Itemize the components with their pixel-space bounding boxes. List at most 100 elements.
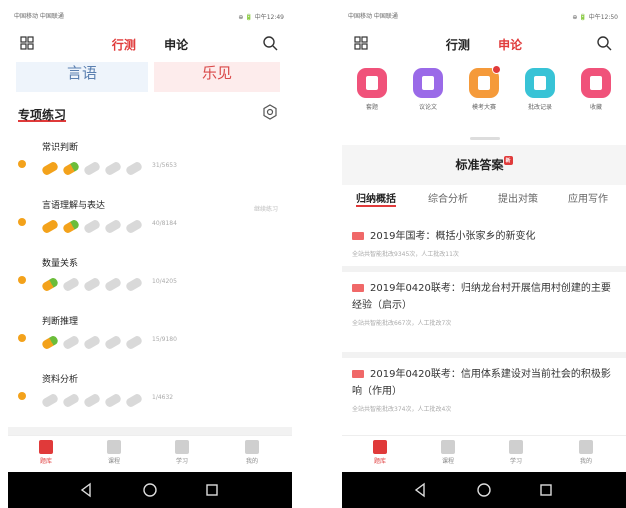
book-icon xyxy=(39,440,53,454)
nav-item-0[interactable]: 题库 xyxy=(26,440,66,465)
settings-icon[interactable] xyxy=(262,104,278,120)
answer-entry[interactable]: 2019年国考：概括小张家乡的新变化 全站共智能批改9345次，人工批改11次 xyxy=(352,228,616,258)
subtab-1[interactable]: 综合分析 xyxy=(428,190,468,205)
system-nav-bar xyxy=(8,472,292,508)
pencil-icon xyxy=(61,392,81,409)
nav-item-3[interactable]: 我的 xyxy=(232,440,272,465)
answer-entry[interactable]: 2019年0420联考：归纳龙台村开展信用村创建的主要经验（启示） 全站共智能批改… xyxy=(352,280,616,327)
feature-mock-exam[interactable]: 模考大赛 xyxy=(464,65,504,111)
pencil-icon xyxy=(82,218,102,235)
entry-title: 2019年0420联考：归纳龙台村开展信用村创建的主要经验（启示） xyxy=(352,280,616,314)
back-icon[interactable] xyxy=(78,482,94,498)
home-icon[interactable] xyxy=(476,482,492,498)
feature-label: 批改记录 xyxy=(527,104,552,111)
nav-item-3[interactable]: 我的 xyxy=(566,440,606,465)
entry-meta: 全站共智能批改374次，人工批改4次 xyxy=(352,406,452,413)
nav-label: 学习 xyxy=(509,458,522,465)
banner: 言语 乐见 xyxy=(16,62,280,92)
nav-label: 课程 xyxy=(107,458,120,465)
tab-shenlun[interactable]: 申论 xyxy=(164,36,188,53)
item-name: 常识判断 xyxy=(42,143,79,153)
pencil-icon xyxy=(82,160,102,177)
pencil-icon xyxy=(40,218,60,235)
item-name: 数量关系 xyxy=(42,259,79,269)
status-bar: 中国移动 中国联通 ⊕ 🔋 中午12:50 xyxy=(342,8,626,26)
pencil-icon xyxy=(82,334,102,351)
rating-pencils xyxy=(40,216,147,235)
item-progress: 31/5653 xyxy=(152,162,177,169)
item-name: 资料分析 xyxy=(42,375,79,385)
search-icon[interactable] xyxy=(596,35,612,51)
pencil-icon xyxy=(124,218,144,235)
feature-favorite[interactable]: 收藏 xyxy=(576,68,616,111)
feature-label: 收藏 xyxy=(589,104,602,111)
top-tabs: 行测 申论 xyxy=(8,36,292,53)
home-icon[interactable] xyxy=(142,482,158,498)
essay-icon xyxy=(413,68,443,98)
entry-title: 2019年0420联考：信用体系建设对当前社会的积极影响（作用） xyxy=(352,366,616,400)
recents-icon[interactable] xyxy=(538,482,554,498)
entry-title: 2019年国考：概括小张家乡的新变化 xyxy=(352,228,616,245)
mock-exam-icon xyxy=(469,65,501,98)
nav-label: 题库 xyxy=(373,458,386,465)
bottom-nav: 题库 课程 学习 我的 xyxy=(8,435,292,472)
drag-handle[interactable] xyxy=(470,137,500,140)
carrier-text: 中国移动 中国联通 xyxy=(348,13,398,20)
nav-item-0[interactable]: 题库 xyxy=(360,440,400,465)
new-badge: 新 xyxy=(503,156,513,165)
pencil-icon xyxy=(61,276,81,293)
recents-icon[interactable] xyxy=(204,482,220,498)
tab-xingce[interactable]: 行测 xyxy=(112,36,136,53)
tab-xingce[interactable]: 行测 xyxy=(446,36,470,53)
practice-item[interactable]: 判断推理 15/9180 xyxy=(18,314,282,370)
nav-item-2[interactable]: 学习 xyxy=(162,440,202,465)
pencil-icon xyxy=(82,276,102,293)
favorite-icon xyxy=(581,68,611,98)
nav-item-2[interactable]: 学习 xyxy=(496,440,536,465)
bullet-dot xyxy=(18,334,26,342)
banner-right-text: 乐见 xyxy=(201,64,232,82)
feature-essay[interactable]: 议论文 xyxy=(408,68,448,111)
feature-paper-set[interactable]: 套题 xyxy=(352,68,392,111)
answer-entry[interactable]: 2019年0420联考：信用体系建设对当前社会的积极影响（作用） 全站共智能批改3… xyxy=(352,366,616,413)
subtab-3[interactable]: 应用写作 xyxy=(568,190,608,205)
item-progress: 1/4632 xyxy=(152,394,174,401)
sub-tabs: 归纳概括 综合分析 提出对策 应用写作 xyxy=(348,190,620,212)
review-record-icon xyxy=(525,68,555,98)
bottom-nav: 题库 课程 学习 我的 xyxy=(342,435,626,472)
pencil-icon xyxy=(124,276,144,293)
nav-item-1[interactable]: 课程 xyxy=(428,440,468,465)
back-icon[interactable] xyxy=(412,482,428,498)
pencil-icon xyxy=(40,334,60,351)
practice-item[interactable]: 常识判断 31/5653 xyxy=(18,140,282,196)
pencil-icon xyxy=(61,218,81,235)
banner-card-left[interactable]: 言语 xyxy=(16,62,148,92)
subtab-0[interactable]: 归纳概括 xyxy=(356,190,396,207)
feature-review-record[interactable]: 批改记录 xyxy=(520,68,560,111)
pencil-icon xyxy=(103,334,123,351)
item-name: 判断推理 xyxy=(42,317,79,327)
book-icon xyxy=(373,440,387,454)
search-icon[interactable] xyxy=(262,35,278,51)
nav-item-1[interactable]: 课程 xyxy=(94,440,134,465)
pencil-icon xyxy=(103,276,123,293)
pencil-icon xyxy=(124,392,144,409)
feature-label: 模考大赛 xyxy=(471,104,496,111)
paper-set-icon xyxy=(357,68,387,98)
video-tag-icon xyxy=(352,232,364,240)
banner-card-right[interactable]: 乐见 xyxy=(154,62,280,92)
subtab-2[interactable]: 提出对策 xyxy=(498,190,538,205)
item-progress: 15/9180 xyxy=(152,336,177,343)
pencil-icon xyxy=(103,218,123,235)
practice-item[interactable]: 言语理解与表达 40/8184 继续练习 xyxy=(18,198,282,254)
tab-shenlun[interactable]: 申论 xyxy=(498,36,522,53)
pencil-icon xyxy=(40,392,60,409)
continue-flag[interactable]: 继续练习 xyxy=(254,204,278,213)
practice-item[interactable]: 数量关系 10/4205 xyxy=(18,256,282,312)
pencil-icon xyxy=(40,160,60,177)
bullet-dot xyxy=(18,160,26,168)
top-bar: 行测 申论 xyxy=(342,28,626,58)
practice-item[interactable]: 资料分析 1/4632 xyxy=(18,372,282,428)
pencil-icon xyxy=(124,160,144,177)
pencil-icon xyxy=(124,334,144,351)
